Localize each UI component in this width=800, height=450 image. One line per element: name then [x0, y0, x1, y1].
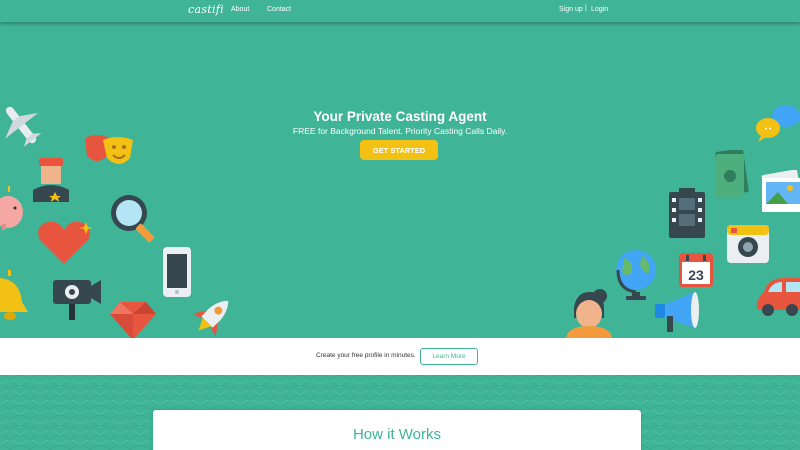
gem-icon	[110, 302, 156, 338]
how-it-works-section: How it Works	[0, 375, 800, 450]
get-started-button[interactable]: GET STARTED	[360, 140, 438, 160]
film-strip-icon	[669, 188, 705, 238]
globe-icon	[616, 250, 656, 300]
theater-masks-icon	[85, 135, 133, 164]
money-icon	[715, 150, 749, 198]
signup-strip: Create your free profile in minutes. Lea…	[0, 338, 800, 375]
hero-section: Your Private Casting Agent FREE for Back…	[0, 22, 800, 338]
chat-bubbles-icon: • •	[756, 105, 800, 142]
nav-separator: |	[585, 5, 587, 12]
nav-about-link[interactable]: About	[231, 6, 249, 13]
bell-icon	[0, 270, 28, 320]
photos-icon	[761, 170, 800, 212]
smartphone-icon	[163, 247, 191, 297]
how-it-works-card: How it Works	[153, 410, 641, 450]
nav-signup-link[interactable]: Sign up	[559, 6, 583, 13]
heart-icon	[38, 221, 92, 264]
strip-text: Create your free profile in minutes.	[316, 352, 416, 359]
rocket-icon	[192, 300, 229, 337]
police-officer-icon	[33, 158, 69, 202]
video-camera-icon	[53, 280, 101, 320]
magnifier-icon	[111, 195, 155, 243]
calendar-day: 23	[688, 267, 704, 283]
girl-avatar-icon	[566, 289, 612, 338]
calendar-icon: 23	[679, 253, 713, 287]
top-nav: castifi About Contact Sign up | Login	[0, 0, 800, 22]
hero-subtitle: FREE for Background Talent. Priority Cas…	[292, 126, 508, 136]
car-icon	[756, 278, 800, 316]
piggy-bank-icon	[0, 186, 23, 230]
camera-icon	[727, 225, 769, 263]
hero-title: Your Private Casting Agent	[313, 109, 487, 124]
chat-dots: • •	[765, 126, 772, 133]
logo[interactable]: castifi	[188, 3, 224, 16]
nav-contact-link[interactable]: Contact	[267, 6, 291, 13]
nav-login-link[interactable]: Login	[591, 6, 608, 13]
learn-more-button[interactable]: Learn More	[420, 348, 478, 365]
megaphone-icon	[655, 292, 699, 332]
section-title: How it Works	[352, 426, 442, 443]
